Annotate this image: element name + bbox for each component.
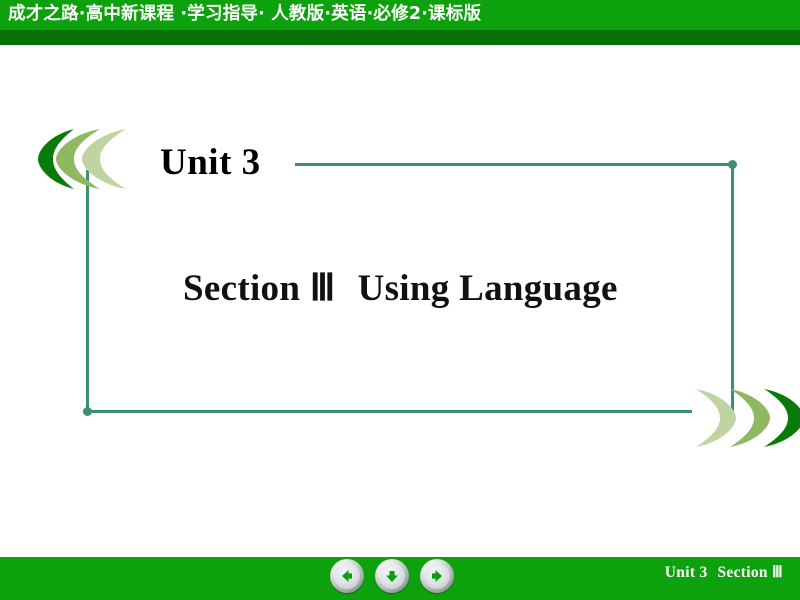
header-band: 成才之路·高中新课程 ·学习指导· 人教版·英语·必修2·课标版	[0, 0, 800, 45]
section-number-label: Section Ⅲ	[183, 268, 336, 309]
previous-slide-button[interactable]	[330, 559, 364, 593]
arrow-right-icon	[432, 570, 442, 582]
section-name-label: Using Language	[357, 268, 618, 309]
right-chevrons-icon	[696, 389, 800, 447]
footer-section-label: Section Ⅲ	[717, 564, 783, 581]
down-button-face	[379, 563, 405, 589]
frame-corner-dot-topright	[728, 160, 737, 169]
page-title-section: Section Ⅲ Using Language	[183, 266, 618, 310]
frame-left-line	[86, 170, 89, 413]
down-slide-button[interactable]	[375, 559, 409, 593]
frame-bottom-line	[86, 410, 692, 413]
footer-breadcrumb: Unit 3 Section Ⅲ	[665, 563, 783, 582]
left-chevrons-icon	[38, 129, 126, 189]
page-title-unit: Unit 3	[160, 142, 261, 183]
chevron-decoration-bottom-right	[686, 388, 800, 448]
navigation-buttons	[330, 559, 455, 595]
previous-button-face	[334, 563, 360, 589]
presentation-slide: 成才之路·高中新课程 ·学习指导· 人教版·英语·必修2·课标版 Unit 3 …	[0, 0, 800, 600]
chevron-decoration-top-left	[38, 128, 168, 190]
arrow-down-icon	[386, 571, 398, 582]
frame-top-line	[295, 163, 733, 166]
next-button-face	[424, 563, 450, 589]
frame-corner-dot-bottomleft	[83, 407, 92, 416]
frame-right-line	[731, 163, 734, 418]
next-slide-button[interactable]	[420, 559, 454, 593]
header-title: 成才之路·高中新课程 ·学习指导· 人教版·英语·必修2·课标版	[8, 4, 482, 24]
header-band-shadow	[0, 30, 800, 45]
arrow-left-icon	[342, 570, 352, 582]
footer-unit-label: Unit 3	[664, 564, 708, 581]
